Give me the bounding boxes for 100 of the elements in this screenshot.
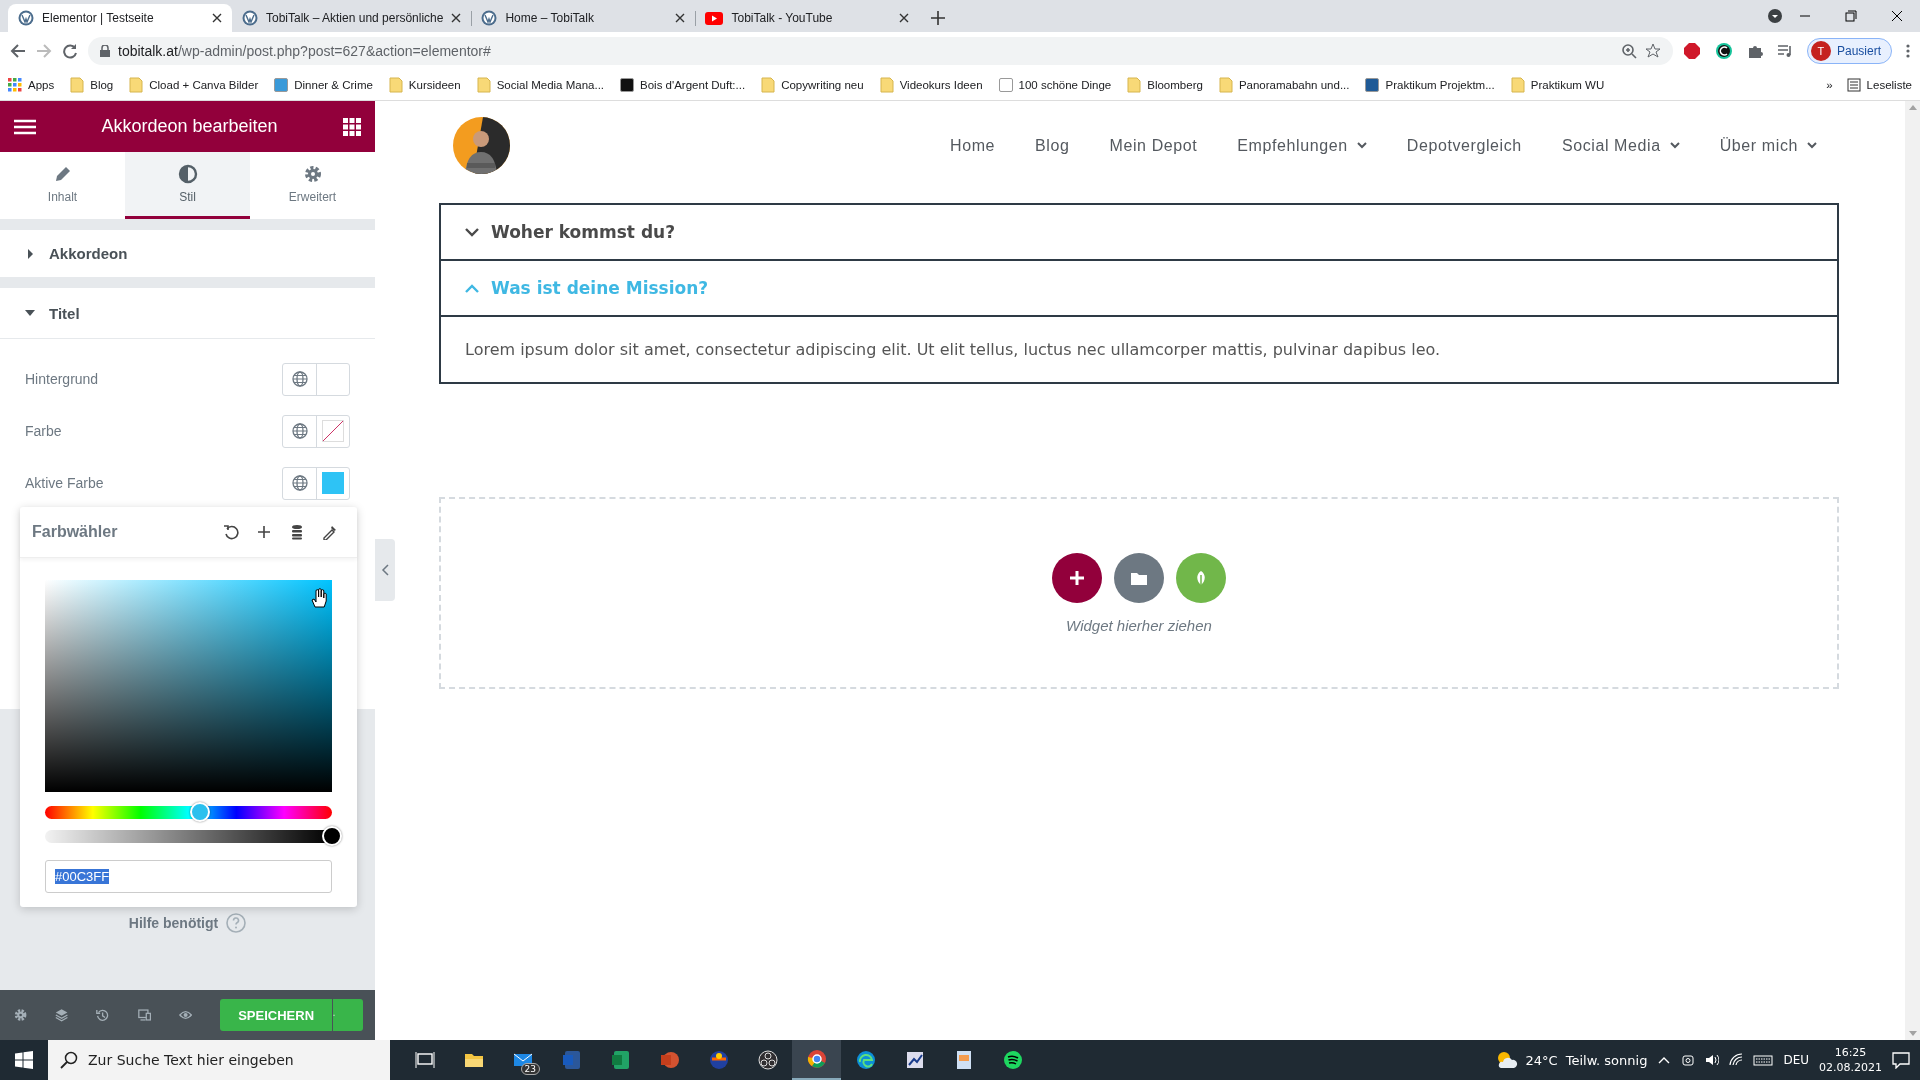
close-icon[interactable] [451, 13, 462, 23]
grid-icon[interactable] [343, 117, 361, 136]
reload-icon[interactable] [62, 43, 78, 59]
slider-thumb[interactable] [322, 826, 342, 846]
close-icon[interactable] [212, 13, 222, 23]
more-icon[interactable] [1906, 43, 1910, 59]
accordion-title[interactable]: Woher kommst du? [441, 205, 1837, 259]
wordpress-icon [242, 10, 258, 26]
wifi-icon[interactable] [1729, 1053, 1744, 1067]
color-control[interactable] [282, 362, 350, 396]
spreadsheet-icon [610, 1050, 631, 1070]
layers-icon[interactable] [55, 1007, 69, 1023]
star-icon[interactable] [1644, 43, 1661, 59]
search-field[interactable]: Zur Suche Text hier eingeben [48, 1040, 390, 1080]
play-icon [705, 11, 724, 25]
browser-tab[interactable]: TobiTalk - YouTube [695, 4, 920, 32]
editor-tab[interactable]: Stil [125, 152, 250, 219]
browser-tab[interactable]: Elementor | Testseite [8, 4, 232, 32]
more-bookmarks-button[interactable]: » [1826, 79, 1833, 91]
editor-tab[interactable]: Erweitert [250, 152, 375, 219]
devices-icon[interactable] [137, 1007, 151, 1023]
windows-logo-icon[interactable] [15, 1051, 33, 1069]
presentation-icon [659, 1050, 680, 1070]
bookmark[interactable]: Praktikum Projektm... [1365, 78, 1495, 92]
puzzle-icon[interactable] [1746, 43, 1763, 59]
plus-icon[interactable] [256, 524, 272, 540]
bookmark[interactable]: Dinner & Crime [274, 78, 373, 92]
nav-link[interactable]: Über mich [1719, 136, 1817, 155]
back-arrow-icon[interactable] [10, 43, 26, 59]
bookmark[interactable]: Panoramabahn und... [1218, 77, 1350, 93]
nav-link[interactable]: Mein Depot [1109, 136, 1198, 155]
color-swatch[interactable] [322, 472, 344, 494]
section-header[interactable]: Akkordeon [0, 230, 375, 277]
nav-link[interactable]: Empfehlungen [1237, 136, 1367, 155]
bookmark[interactable]: Social Media Mana... [476, 77, 605, 93]
stack-icon[interactable] [289, 524, 305, 540]
media-queue-icon[interactable] [1776, 43, 1793, 59]
bookmark[interactable]: Blog [70, 77, 114, 93]
nav-link[interactable]: Blog [1035, 136, 1070, 155]
chevron-down-icon [465, 227, 479, 237]
browser-tab[interactable]: TobiTalk – Aktien und persönliche [232, 4, 472, 32]
browser-tab[interactable]: Home – TobiTalk [471, 4, 696, 32]
bookmark[interactable]: Praktikum WU [1510, 77, 1605, 93]
color-control[interactable] [282, 414, 350, 448]
reading-list-button[interactable]: Leseliste [1846, 78, 1912, 92]
notification-icon[interactable] [1892, 1051, 1910, 1069]
gear-icon[interactable] [14, 1007, 28, 1023]
panel-toggle-handle[interactable] [375, 539, 395, 601]
globe-icon[interactable] [291, 423, 308, 439]
profile-button[interactable]: T Pausiert [1806, 38, 1892, 64]
slider-thumb[interactable] [189, 802, 210, 822]
circle-c-icon[interactable] [1714, 42, 1733, 60]
bookmark[interactable]: Kursideen [388, 77, 461, 93]
template-library-button[interactable] [1114, 552, 1164, 603]
bookmark[interactable]: Bois d'Argent Duft:... [620, 78, 746, 92]
globe-icon[interactable] [291, 371, 308, 387]
stop-sign-icon[interactable] [1682, 42, 1701, 60]
bookmark[interactable]: Bloomberg [1127, 77, 1203, 93]
speaker-icon[interactable] [1705, 1053, 1720, 1067]
hex-input-field[interactable]: #00C3FF [45, 860, 332, 893]
folder-icon [476, 77, 491, 93]
keyboard-icon[interactable] [1753, 1053, 1774, 1067]
edge-icon [855, 1050, 876, 1070]
bookmark[interactable]: Copywriting neu [761, 77, 864, 93]
history-icon[interactable] [96, 1007, 110, 1023]
weather-widget[interactable]: 24°C Teilw. sonnig [1495, 1051, 1648, 1069]
camera-icon[interactable] [1681, 1053, 1696, 1067]
close-icon[interactable] [675, 13, 686, 23]
control-label: Farbe [25, 423, 63, 439]
taskbar-app[interactable] [792, 1040, 841, 1080]
color-control[interactable] [282, 466, 350, 500]
add-widget-button[interactable] [1052, 552, 1102, 603]
clock[interactable]: 16:25 02.08.2021 [1819, 1045, 1882, 1075]
editor-tab[interactable]: Inhalt [0, 152, 125, 219]
menu-icon[interactable] [14, 118, 36, 135]
nav-link[interactable]: Depotvergleich [1406, 136, 1522, 155]
chart-window-icon [904, 1050, 925, 1070]
eyedropper-icon[interactable] [322, 524, 338, 540]
zoom-icon[interactable] [1620, 43, 1637, 59]
bookmark[interactable]: Cload + Canva Bilder [129, 77, 259, 93]
section-header[interactable]: Titel [0, 288, 375, 339]
bookmark[interactable]: Videokurs Ideen [879, 77, 983, 93]
dropdown-icon[interactable] [1768, 9, 1782, 23]
sun-cloud-icon [1495, 1051, 1518, 1069]
globe-icon[interactable] [291, 475, 308, 491]
language-indicator[interactable]: DEU [1783, 1053, 1809, 1067]
reset-icon[interactable] [223, 524, 239, 540]
address-bar[interactable]: tobitalk.at/wp-admin/post.php?post=627&action=elementor# [88, 37, 1673, 65]
new-tab-icon[interactable] [931, 11, 946, 25]
nav-link[interactable]: Home [950, 136, 996, 155]
close-icon[interactable] [899, 13, 910, 23]
help-link[interactable]: Hilfe benötigt [128, 915, 219, 931]
hand-cursor-icon [310, 588, 328, 608]
nav-link[interactable]: Social Media [1561, 136, 1680, 155]
bookmark[interactable]: 100 schöne Dinge [998, 78, 1112, 92]
no-color-swatch[interactable] [322, 420, 344, 442]
taskbar-app[interactable]: 23 [498, 1040, 547, 1080]
save-options-button[interactable] [333, 999, 364, 1031]
widget-drop-zone[interactable]: Widget hierher ziehen [439, 497, 1839, 689]
bookmark[interactable]: Apps [8, 78, 55, 92]
